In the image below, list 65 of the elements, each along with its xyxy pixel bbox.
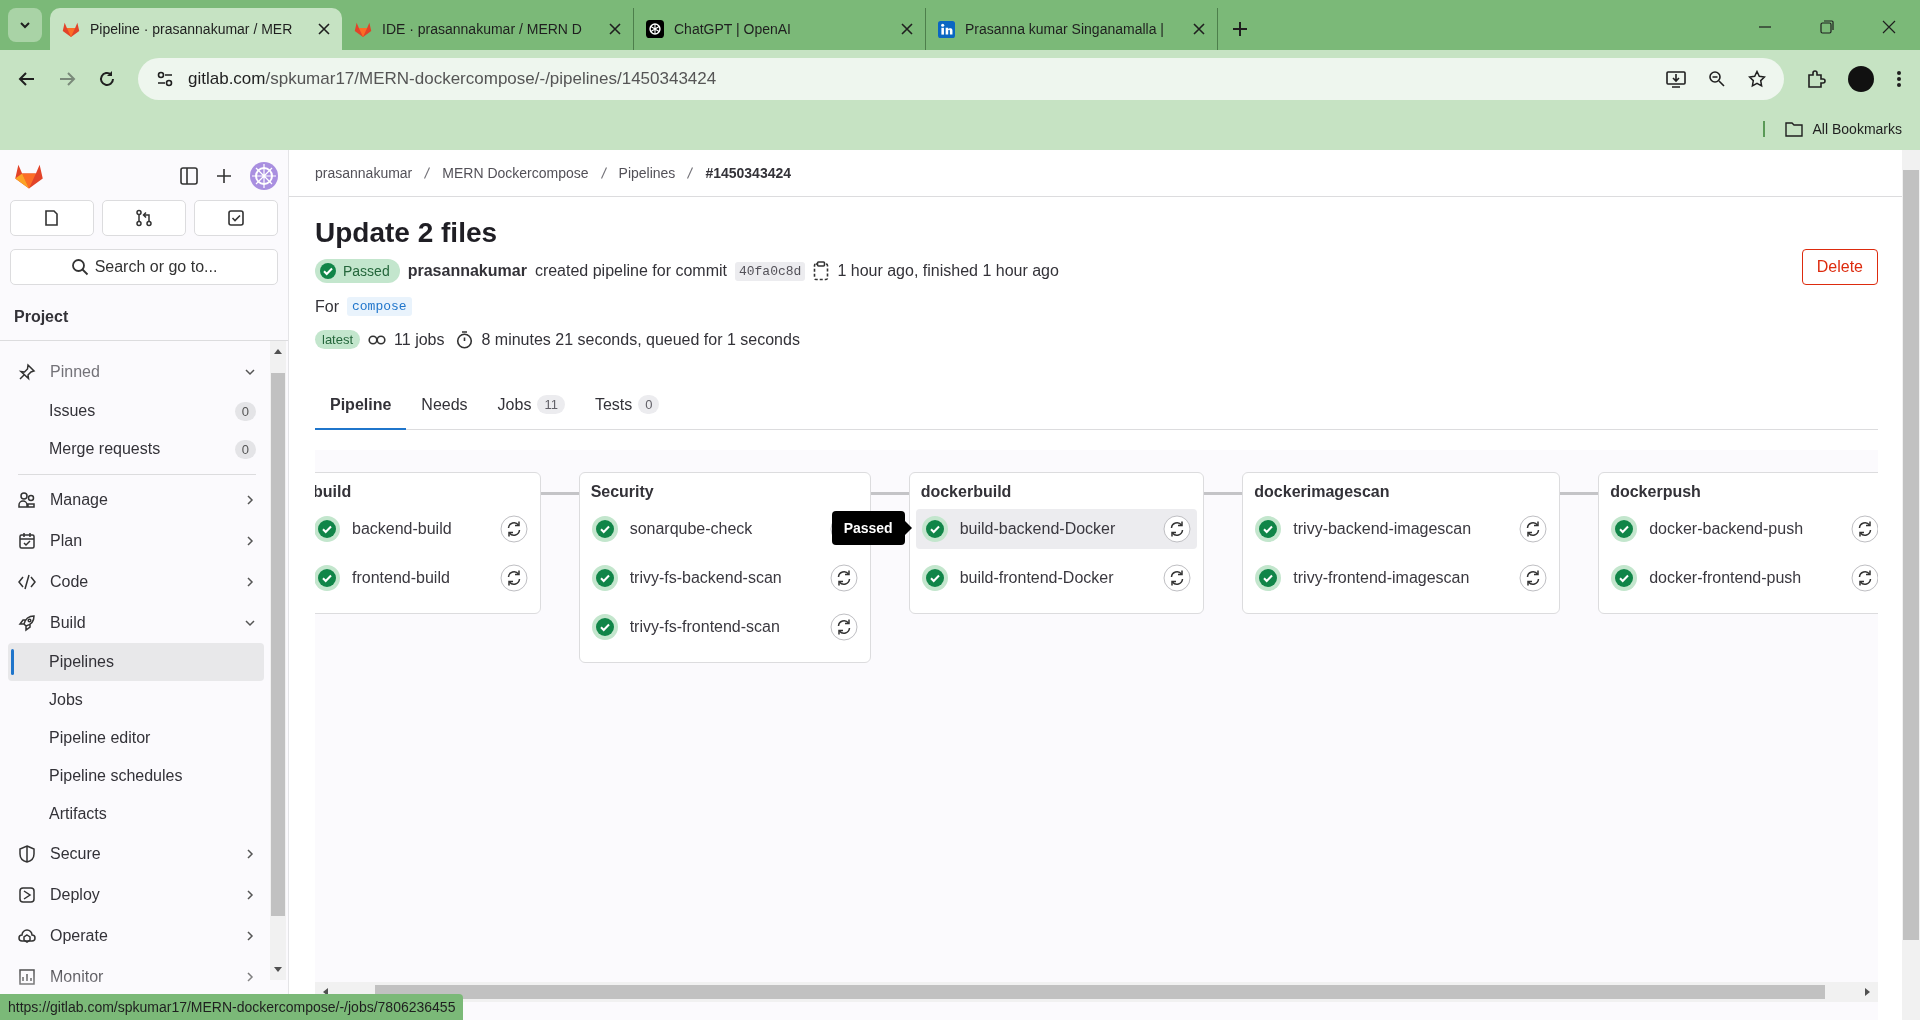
breadcrumb-link[interactable]: MERN Dockercompose xyxy=(442,165,589,181)
nav-group[interactable]: Deploy xyxy=(8,874,264,915)
branch-link[interactable]: compose xyxy=(347,297,412,316)
tab-title: Prasanna kumar Singanamalla | xyxy=(965,21,1165,37)
nav-item[interactable]: Artifacts xyxy=(8,795,264,833)
stage-name: dockerimagescan xyxy=(1253,482,1391,502)
job-item[interactable]: trivy-fs-frontend-scan xyxy=(585,607,864,647)
tooltip: Passed xyxy=(831,511,912,545)
job-item[interactable]: trivy-frontend-imagescan xyxy=(1249,558,1554,598)
nav-item[interactable]: Pipeline editor xyxy=(8,719,264,757)
count-badge: 0 xyxy=(638,395,660,414)
tab-title: Pipeline · prasannakumar / MER xyxy=(90,21,294,37)
tab-title: IDE · prasannakumar / MERN D xyxy=(382,21,583,37)
nav-group[interactable]: Plan xyxy=(8,520,264,561)
nav-group[interactable]: Secure xyxy=(8,833,264,874)
breadcrumb-link[interactable]: Pipelines xyxy=(618,165,676,181)
nav-group[interactable]: Operate xyxy=(8,915,264,956)
job-item[interactable]: docker-backend-push xyxy=(1605,509,1878,549)
job-item[interactable]: trivy-fs-backend-scan xyxy=(585,558,864,598)
status-url: https://gitlab.com/spkumar17/MERN-dockercompose/-/jobs/7806236455 xyxy=(0,994,464,1020)
count-badge: 0 xyxy=(234,401,256,421)
ref-label: For xyxy=(315,297,339,316)
latest-badge: latest xyxy=(315,330,361,349)
address-bar[interactable]: gitlab.com/spkumar17/MERN-dockercompose/-/pipelines/1450343424 xyxy=(138,58,1784,100)
nav-item[interactable]: Pipeline schedules xyxy=(8,757,264,795)
nav-group[interactable]: Pinned xyxy=(8,351,264,392)
breadcrumb-link[interactable]: #1450343424 xyxy=(705,165,792,181)
nav-group[interactable]: Manage xyxy=(8,479,264,520)
job-item[interactable]: trivy-backend-imagescan xyxy=(1249,509,1554,549)
nav-item[interactable]: Jobs xyxy=(8,681,264,719)
status-badge[interactable]: Passed xyxy=(315,259,400,283)
page-tab[interactable]: Jobs 11 xyxy=(482,383,580,430)
nav-item[interactable]: Pipelines xyxy=(8,643,264,681)
nav-group[interactable]: Code xyxy=(8,561,264,602)
browser-tab[interactable]: Pipeline · prasannakumar / MER xyxy=(50,8,342,50)
stage-name: Security xyxy=(589,482,655,502)
pipeline-time: 1 hour ago, finished 1 hour ago xyxy=(837,262,1059,280)
pipeline-info: created pipeline for commit xyxy=(534,262,727,280)
job-item[interactable]: docker-frontend-push xyxy=(1605,558,1878,598)
tab-title: ChatGPT | OpenAI xyxy=(674,21,792,37)
duration-text: 8 minutes 21 seconds, queued for 1 seconds xyxy=(481,330,800,349)
count-badge: 11 xyxy=(537,395,565,414)
breadcrumb-link[interactable]: prasannakumar xyxy=(315,165,413,181)
job-item[interactable]: build-backend-Docker xyxy=(915,509,1198,549)
page-tab[interactable]: Pipeline xyxy=(315,383,407,430)
job-item[interactable]: build-frontend-Docker xyxy=(915,558,1198,598)
nav-item[interactable]: Issues 0 xyxy=(8,392,264,430)
stage-name: dockerbuild xyxy=(919,482,1013,502)
search-field[interactable]: Search or go to... xyxy=(10,249,278,285)
page-tab[interactable]: Needs xyxy=(406,383,483,430)
url-text: gitlab.com/spkumar17/MERN-dockercompose/-/pipelines/1450343424 xyxy=(188,69,717,89)
delete-button[interactable]: Delete xyxy=(1801,249,1878,285)
count-badge: 0 xyxy=(234,439,256,459)
stage-name: dockerpush xyxy=(1609,482,1702,502)
commit-link[interactable]: 40fa0c8d xyxy=(734,261,806,281)
nav-group[interactable]: Build xyxy=(8,602,264,643)
author-link[interactable]: prasannakumar xyxy=(407,262,527,280)
nav-item[interactable]: Merge requests 0 xyxy=(8,430,264,468)
bookmarks-folder[interactable]: All Bookmarks xyxy=(1762,121,1902,137)
job-item[interactable]: frontend-build xyxy=(315,558,534,598)
nav-group[interactable]: Monitor xyxy=(8,956,264,997)
job-item[interactable]: backend-build xyxy=(315,509,534,549)
job-count: 11 jobs xyxy=(394,330,445,349)
page-tab[interactable]: Tests 0 xyxy=(579,383,675,430)
page-title: Update 2 files xyxy=(315,217,499,249)
